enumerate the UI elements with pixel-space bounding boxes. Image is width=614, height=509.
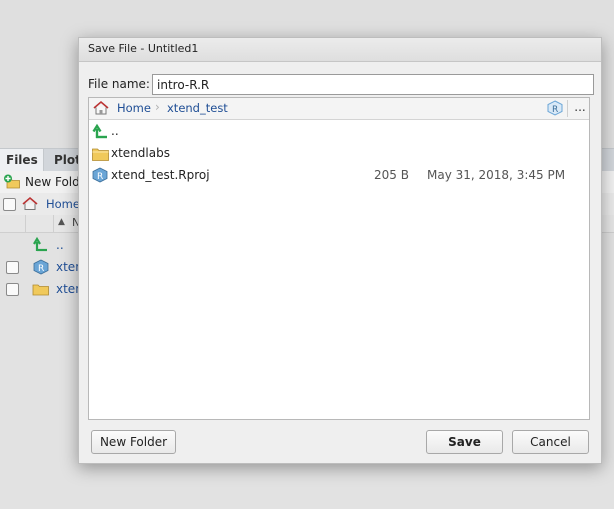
row-checkbox[interactable] [6,261,19,274]
list-item[interactable]: R xtend_test.Rproj 205 B May 31, 2018, 3… [89,165,589,187]
dialog-titlebar[interactable]: Save File - Untitled1 [79,38,601,62]
crumb-home[interactable]: Home [117,101,151,115]
svg-text:R: R [552,105,558,115]
file-name: .. [111,124,119,138]
file-size: 205 B [374,168,409,182]
file-modified: May 31, 2018, 3:45 PM [427,168,566,182]
new-folder-button[interactable]: New Folder [91,430,176,454]
chevron-right-icon: › [155,100,160,114]
new-folder-icon[interactable] [3,174,22,189]
save-file-dialog: Save File - Untitled1 File name: Home › … [78,37,602,464]
rproj-icon[interactable]: R [547,100,563,116]
save-button[interactable]: Save [426,430,503,454]
svg-text:R: R [97,172,103,182]
up-arrow-icon [92,123,107,139]
svg-text:R: R [38,264,44,274]
breadcrumb: Home › xtend_test R ... [89,98,589,120]
rproj-icon: R [92,167,108,183]
file-name: xtend_test.Rproj [111,168,210,182]
select-all-checkbox[interactable] [3,198,16,211]
cancel-button[interactable]: Cancel [512,430,589,454]
crumb-xtend-test[interactable]: xtend_test [167,101,228,115]
tab-files[interactable]: Files [0,149,44,171]
row-checkbox[interactable] [6,283,19,296]
file-name-label: File name: [88,77,150,91]
list-item[interactable]: xtendlabs [89,143,589,165]
file-browser: Home › xtend_test R ... .. xtendlabs R x… [88,97,590,420]
home-icon[interactable] [92,100,110,116]
dialog-title: Save File - Untitled1 [88,42,199,55]
file-name[interactable]: .. [56,238,64,252]
folder-icon [92,148,109,161]
more-button[interactable]: ... [572,98,588,119]
file-name-input[interactable] [152,74,594,95]
up-arrow-icon [33,236,47,252]
sort-ascending-icon[interactable]: ▲ [58,217,65,227]
folder-icon [32,284,49,296]
rproj-icon: R [33,259,49,275]
file-name: xtendlabs [111,146,170,160]
crumb-home[interactable]: Home [46,197,80,211]
home-icon[interactable] [21,196,39,211]
list-item[interactable]: .. [89,121,589,143]
